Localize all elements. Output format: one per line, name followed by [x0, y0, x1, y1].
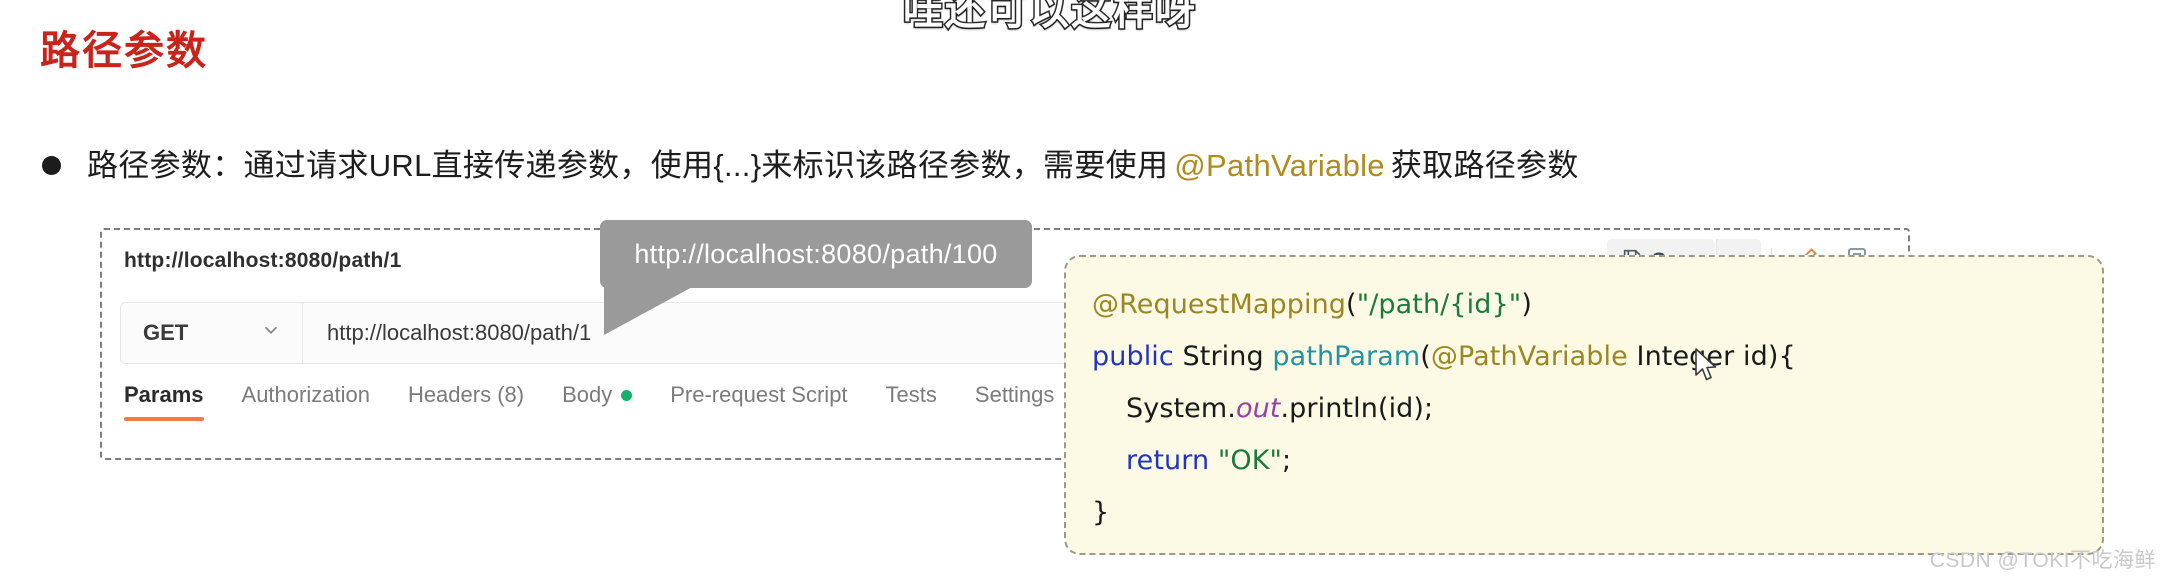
code-token: String: [1173, 341, 1273, 372]
code-line: public String pathParam(@PathVariable In…: [1092, 331, 2102, 383]
tab-headers[interactable]: Headers (8): [408, 382, 524, 421]
body-status-dot-icon: [621, 389, 633, 401]
tab-settings[interactable]: Settings: [975, 382, 1055, 421]
code-lines: @RequestMapping("/path/{id}") public Stri…: [1092, 279, 2102, 539]
code-token: @RequestMapping: [1092, 289, 1347, 320]
code-line: return "OK";: [1092, 435, 2102, 487]
bullet-text-part2: 获取路径参数: [1390, 148, 1579, 183]
chevron-down-icon: [260, 319, 282, 347]
code-token: (: [1420, 341, 1431, 372]
tab-authorization-label: Authorization: [241, 382, 370, 407]
code-line: }: [1092, 487, 2102, 539]
code-token: ;: [1282, 445, 1292, 476]
watermark: CSDN @TOKI不吃海鲜: [1929, 549, 2156, 572]
code-line: @RequestMapping("/path/{id}"): [1092, 279, 2102, 331]
code-token: System.: [1126, 393, 1236, 424]
mouse-cursor-icon: [1694, 348, 1720, 389]
code-token: "/path/{id}": [1356, 289, 1522, 320]
tab-params-label: Params: [124, 382, 204, 407]
callout-tail: [604, 285, 696, 335]
code-token: out: [1235, 393, 1281, 424]
tab-params[interactable]: Params: [124, 382, 204, 421]
code-token: public: [1092, 341, 1174, 372]
bullet-dot-icon: [42, 156, 61, 175]
tab-tests-label: Tests: [885, 382, 937, 407]
http-method-select[interactable]: GET: [121, 303, 303, 363]
bullet-row: 路径参数：通过请求URL直接传递参数，使用{...}来标识该路径参数，需要使用 …: [42, 150, 1579, 181]
page-title: 路径参数: [40, 29, 208, 73]
request-url-input[interactable]: http://localhost:8080/path/1: [303, 303, 591, 363]
tab-body[interactable]: Body: [562, 382, 633, 421]
bullet-text-part1: 路径参数：通过请求URL直接传递参数，使用{...}来标识该路径参数，需要使用: [87, 148, 1169, 183]
postman-request-tab-title[interactable]: http://localhost:8080/path/1: [124, 249, 401, 273]
top-caption: 哇还可以这样呀: [902, 0, 1197, 35]
tab-pre-request-script-label: Pre-request Script: [670, 382, 848, 407]
tab-settings-label: Settings: [974, 382, 1055, 407]
http-method-label: GET: [143, 320, 189, 345]
code-token: @PathVariable: [1430, 341, 1628, 372]
url-callout: http://localhost:8080/path/100: [600, 220, 1032, 288]
code-line: System.out.println(id);: [1092, 383, 2102, 435]
tab-body-label: Body: [562, 382, 613, 407]
code-token: .println(id);: [1280, 393, 1434, 424]
bullet-text-accent: @PathVariable: [1174, 148, 1385, 183]
code-token: ): [1521, 289, 1532, 320]
code-token: (: [1346, 289, 1357, 320]
tab-headers-label: Headers (8): [407, 382, 525, 407]
tab-pre-request-script[interactable]: Pre-request Script: [670, 382, 847, 421]
tab-authorization[interactable]: Authorization: [242, 382, 370, 421]
tab-tests[interactable]: Tests: [886, 382, 937, 421]
code-token: pathParam: [1272, 341, 1421, 372]
url-callout-text: http://localhost:8080/path/100: [634, 238, 998, 269]
code-token: }: [1092, 497, 1110, 528]
code-token: "OK": [1217, 445, 1283, 476]
code-snippet-panel: @RequestMapping("/path/{id}") public Stri…: [1064, 255, 2104, 555]
code-token: return: [1126, 445, 1210, 476]
postman-request-tabs: Params Authorization Headers (8) Body Pr…: [124, 382, 1054, 421]
